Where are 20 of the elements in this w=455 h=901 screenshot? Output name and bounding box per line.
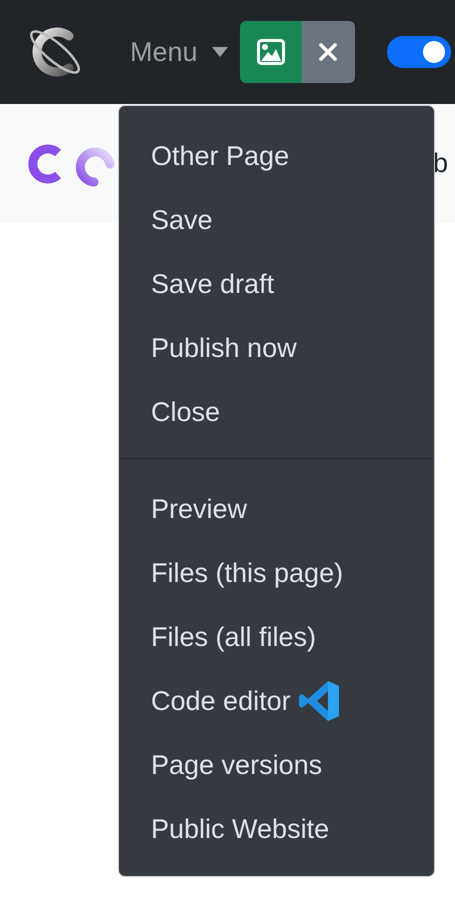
menu-item[interactable]: Files (this page) (119, 541, 434, 605)
menu-item[interactable]: Page versions (119, 733, 434, 797)
menu-item[interactable]: Other Page (119, 124, 434, 188)
caret-icon (212, 47, 228, 57)
menu-item[interactable]: Preview (119, 477, 434, 541)
menu-item[interactable]: Code editor (119, 669, 434, 733)
menu-item[interactable]: Publish now (119, 316, 434, 380)
code-editor-icon (298, 680, 339, 722)
menu-item[interactable]: Save draft (119, 252, 434, 316)
menu-item[interactable]: Close (119, 380, 434, 444)
menu-dropdown-button[interactable]: Menu (130, 36, 228, 68)
header-text: b (433, 148, 450, 179)
menu-item[interactable]: Files (all files) (119, 605, 434, 669)
toggle-switch[interactable] (386, 36, 451, 68)
image-button[interactable] (240, 21, 302, 83)
close-button[interactable] (302, 21, 355, 83)
menu-item[interactable]: Public Website (119, 797, 434, 861)
close-icon (319, 43, 338, 61)
image-icon (256, 39, 285, 65)
menu-item[interactable]: Save (119, 188, 434, 252)
